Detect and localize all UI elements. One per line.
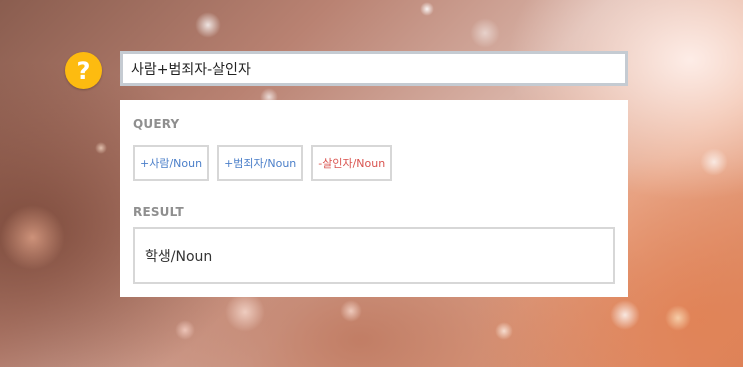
query-chip-criminal[interactable]: +범죄자/Noun (217, 145, 304, 181)
query-chip-list: +사람/Noun +범죄자/Noun -살인자/Noun (133, 145, 393, 181)
question-icon[interactable]: ? (65, 52, 102, 89)
query-chip-murderer[interactable]: -살인자/Noun (311, 145, 393, 181)
bokeh-light (225, 292, 265, 332)
bokeh-light (95, 142, 107, 154)
bokeh-light (420, 2, 434, 16)
bokeh-light (495, 322, 513, 340)
result-panel: QUERY +사람/Noun +범죄자/Noun -살인자/Noun RESUL… (120, 100, 628, 297)
bokeh-light (175, 320, 195, 340)
query-heading: QUERY (133, 117, 180, 131)
query-chip-person[interactable]: +사람/Noun (133, 145, 210, 181)
bokeh-light (470, 18, 500, 48)
bokeh-light (700, 148, 728, 176)
search-input[interactable] (120, 51, 628, 86)
bokeh-light (0, 205, 65, 270)
bokeh-light (610, 300, 640, 330)
bokeh-light (340, 300, 362, 322)
question-glyph: ? (76, 56, 91, 85)
result-box: 학생/Noun (133, 227, 615, 284)
result-heading: RESULT (133, 205, 184, 219)
result-value: 학생/Noun (145, 248, 213, 265)
bokeh-light (665, 305, 691, 331)
bokeh-light (195, 12, 221, 38)
